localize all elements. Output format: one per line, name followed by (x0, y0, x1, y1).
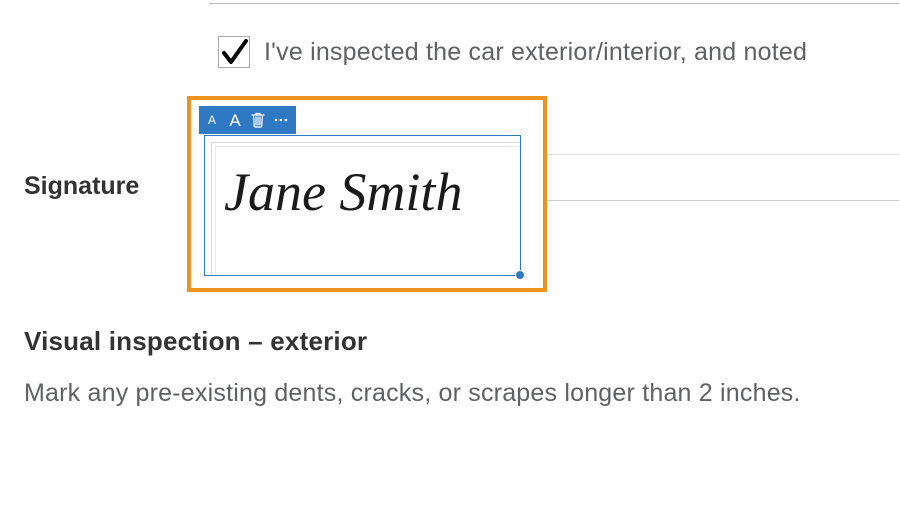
divider-line-top (209, 3, 899, 4)
inspection-confirm-label: I've inspected the car exterior/interior… (264, 38, 807, 67)
signature-value: Jane Smith (224, 163, 516, 222)
font-increase-button[interactable]: A (228, 106, 242, 134)
section-body-text: Mark any pre-existing dents, cracks, or … (24, 379, 801, 408)
inspection-confirm-checkbox[interactable] (218, 36, 250, 68)
delete-button[interactable] (251, 106, 265, 134)
checkmark-icon (221, 37, 249, 67)
inspection-confirm-row: I've inspected the car exterior/interior… (218, 36, 900, 68)
signature-selection-box[interactable]: Jane Smith (204, 135, 521, 276)
signature-field-label: Signature (24, 172, 139, 201)
signature-text-field[interactable]: Jane Smith (211, 142, 520, 275)
signature-toolbar: A A (199, 106, 296, 134)
section-heading: Visual inspection – exterior (24, 326, 367, 357)
more-horizontal-icon (274, 118, 288, 122)
signature-element-highlight: A A Jane Smith (187, 96, 547, 292)
font-decrease-button[interactable]: A (205, 106, 219, 134)
more-button[interactable] (274, 106, 288, 134)
resize-handle[interactable] (515, 270, 525, 280)
trash-icon (251, 112, 265, 128)
